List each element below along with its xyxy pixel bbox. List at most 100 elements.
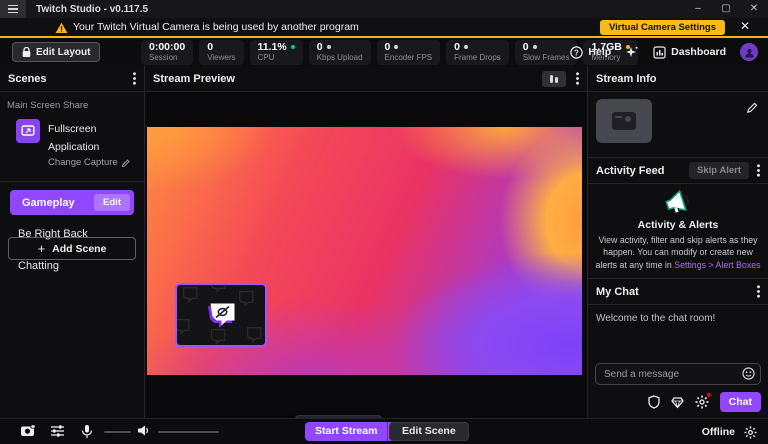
preview-menu-icon[interactable] — [576, 72, 579, 85]
chat-send-button[interactable]: Chat — [719, 392, 761, 412]
stream-info-header: Stream Info — [588, 66, 768, 92]
edit-scene-chip[interactable]: Edit — [94, 194, 130, 211]
emote-picker-icon[interactable] — [742, 367, 755, 385]
speaker-volume-slider[interactable] — [158, 431, 219, 433]
sparkle-button[interactable] — [625, 45, 639, 59]
status-settings-gear-icon[interactable] — [744, 425, 757, 439]
capture-title: Fullscreen Application — [48, 123, 100, 153]
stat-cpu: 11.1% CPU — [249, 39, 303, 65]
speaker-icon[interactable] — [137, 424, 150, 442]
stream-preview-header: Stream Preview — [145, 66, 587, 92]
activity-feed-title: Activity Feed — [596, 164, 665, 177]
user-icon — [744, 48, 754, 57]
sparkle-icon — [626, 46, 638, 57]
stat-kbps-upload: 0 Kbps Upload — [308, 39, 371, 65]
status-dot — [532, 45, 537, 49]
banner-message: Your Twitch Virtual Camera is being used… — [73, 21, 359, 33]
edit-stream-info-icon[interactable] — [746, 100, 758, 118]
scenes-header: Scenes — [0, 66, 144, 92]
status-dot — [394, 45, 399, 49]
change-capture-link[interactable]: Change Capture — [48, 157, 136, 169]
banner-close-icon[interactable]: ✕ — [740, 19, 750, 33]
window-title: Twitch Studio - v0.117.5 — [36, 3, 149, 15]
close-icon[interactable]: ✕ — [740, 0, 768, 18]
titlebar: Twitch Studio - v0.117.5 – ▢ ✕ — [0, 0, 768, 18]
stat-session: 0:00:00 Session — [141, 39, 194, 65]
bits-gem-icon[interactable] — [671, 396, 684, 409]
activity-alerts-title: Activity & Alerts — [637, 219, 719, 231]
status-dot-green — [290, 45, 295, 49]
stat-viewers: 0 Viewers — [199, 39, 244, 65]
help-icon: ? — [570, 45, 584, 59]
megaphone-icon — [665, 190, 689, 215]
edit-scene-button[interactable]: Edit Scene — [389, 422, 469, 441]
chat-body: Welcome to the chat room! Send a message… — [588, 305, 768, 418]
activity-feed-empty-state: Activity & Alerts View activity, filter … — [588, 184, 768, 279]
activity-feed-menu-icon[interactable] — [757, 164, 760, 177]
pencil-icon — [121, 159, 130, 167]
lock-icon — [22, 46, 31, 57]
add-scene-button[interactable]: + Add Scene — [8, 237, 136, 260]
skip-alert-button[interactable]: Skip Alert — [689, 162, 749, 179]
stream-stats: 0:00:00 Session 0 Viewers 11.1% CPU 0 Kb… — [141, 39, 638, 65]
minimize-icon[interactable]: – — [684, 0, 712, 18]
plus-icon: + — [37, 241, 46, 256]
my-chat-menu-icon[interactable] — [757, 285, 760, 298]
stream-status: Offline — [702, 419, 757, 444]
scenes-menu-icon[interactable] — [133, 72, 136, 85]
screen-share-icon — [16, 119, 40, 143]
audio-levels-icon[interactable] — [542, 70, 566, 87]
camera-off-glitch-icon — [208, 303, 235, 328]
my-chat-header: My Chat — [588, 279, 768, 305]
stream-preview-panel: Stream Preview — [145, 66, 588, 441]
dashboard-button[interactable]: Dashboard — [653, 45, 726, 59]
toolbar-right: ? Help Dashboard — [570, 43, 758, 61]
stream-preview-title: Stream Preview — [153, 72, 235, 85]
status-dot — [463, 45, 468, 49]
chat-actions: Chat — [648, 392, 761, 412]
stat-encoder-fps: 0 Encoder FPS — [376, 39, 441, 65]
scenes-title: Scenes — [8, 72, 47, 85]
main-area: Scenes Main Screen Share Fullscreen Appl… — [0, 66, 768, 441]
avatar[interactable] — [740, 43, 758, 61]
warning-icon — [55, 22, 68, 33]
right-panel: Stream Info Activity Feed Skip Alert Act… — [588, 66, 768, 418]
stream-info-title: Stream Info — [596, 72, 657, 85]
stat-frame-drops: 0 Frame Drops — [446, 39, 509, 65]
dashboard-icon — [653, 45, 666, 59]
stat-slow-frames: 0 Slow Frames — [514, 39, 578, 65]
help-button[interactable]: ? Help — [570, 45, 611, 59]
svg-text:?: ? — [574, 48, 579, 57]
activity-feed-header: Activity Feed Skip Alert — [588, 158, 768, 184]
window-controls: – ▢ ✕ — [684, 0, 768, 18]
twitch-studio-window: Twitch Studio - v0.117.5 – ▢ ✕ Your Twit… — [0, 0, 768, 444]
chat-message-input[interactable] — [595, 363, 761, 385]
microphone-icon[interactable] — [81, 424, 93, 444]
stream-thumbnail[interactable] — [596, 99, 652, 143]
camera-toggle-icon[interactable] — [20, 424, 36, 443]
mixer-icon[interactable] — [50, 424, 65, 442]
settings-alert-boxes-link[interactable]: Settings > Alert Boxes — [674, 260, 760, 270]
scene-group-label: Main Screen Share — [7, 100, 89, 111]
mic-volume-slider[interactable] — [104, 431, 131, 433]
capture-source-row[interactable]: Fullscreen Application Change Capture — [0, 117, 144, 181]
offline-status-label: Offline — [701, 426, 735, 438]
activity-alerts-description: View activity, filter and skip alerts as… — [595, 235, 761, 270]
chat-input-wrap — [595, 363, 761, 385]
virtual-camera-warning-banner: Your Twitch Virtual Camera is being used… — [0, 18, 768, 38]
scenes-panel: Scenes Main Screen Share Fullscreen Appl… — [0, 66, 145, 418]
notification-badge — [705, 392, 712, 398]
webcam-placeholder-overlay[interactable] — [175, 283, 267, 347]
edit-layout-button[interactable]: Edit Layout — [12, 42, 101, 62]
stats-toolbar: Edit Layout 0:00:00 Session 0 Viewers 11… — [0, 38, 768, 66]
scene-item-gameplay[interactable]: Gameplay Edit — [10, 190, 134, 215]
menu-icon[interactable] — [0, 0, 26, 18]
my-chat-title: My Chat — [596, 285, 639, 298]
maximize-icon[interactable]: ▢ — [712, 0, 740, 18]
moderation-shield-icon[interactable] — [648, 395, 660, 409]
stream-preview-image[interactable] — [147, 127, 582, 375]
stream-info-body — [588, 92, 768, 158]
chat-settings-gear-icon[interactable] — [695, 392, 712, 409]
virtual-camera-settings-button[interactable]: Virtual Camera Settings — [600, 20, 726, 35]
chat-welcome-message: Welcome to the chat room! — [596, 313, 716, 324]
